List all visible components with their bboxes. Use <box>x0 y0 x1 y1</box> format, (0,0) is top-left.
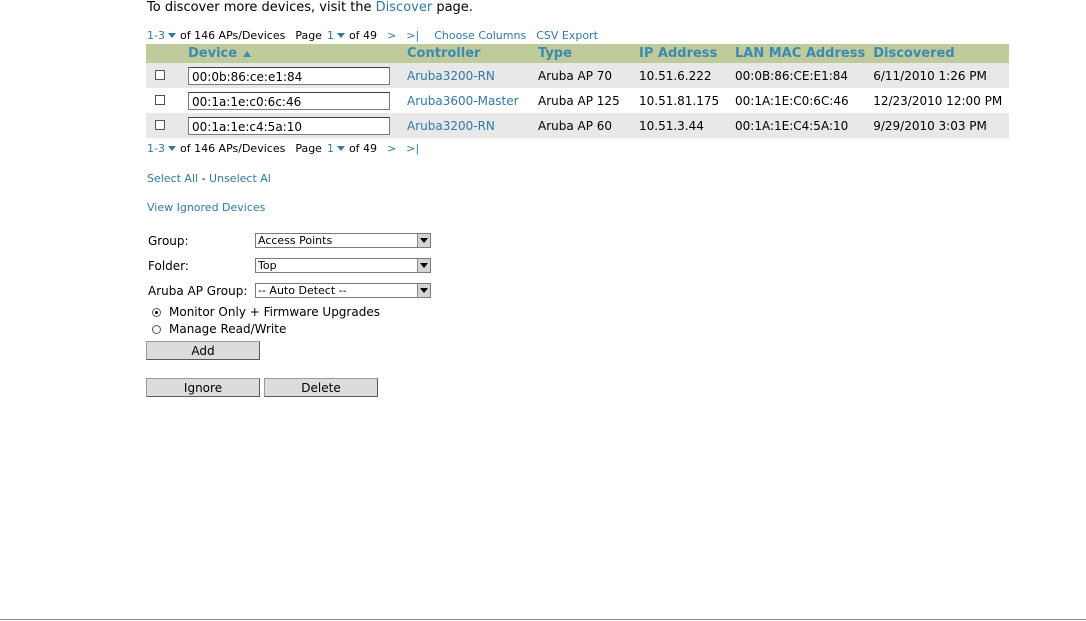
row-checkbox[interactable] <box>155 119 165 130</box>
type-cell: Aruba AP 125 <box>534 88 635 113</box>
manage-read-write-option[interactable]: Manage Read/Write <box>152 322 286 336</box>
mac-cell: 00:1A:1E:C4:5A:10 <box>731 113 870 138</box>
last-page-link[interactable]: >| <box>406 142 419 155</box>
next-page-link[interactable]: > <box>387 29 396 42</box>
controller-link[interactable]: Aruba3200-RN <box>403 113 534 138</box>
discovered-cell: 9/29/2010 3:03 PM <box>869 113 1009 138</box>
view-ignored-devices-link[interactable]: View Ignored Devices <box>147 201 265 214</box>
discovered-cell: 12/23/2010 12:00 PM <box>869 88 1009 113</box>
manage-read-write-label: Manage Read/Write <box>169 322 287 336</box>
page-dropdown-icon[interactable] <box>336 146 345 151</box>
folder-select-value: Top <box>258 259 277 272</box>
delete-button[interactable]: Delete <box>264 378 378 397</box>
ip-cell: 10.51.81.175 <box>635 88 731 113</box>
next-page-link[interactable]: > <box>387 142 396 155</box>
ap-group-label: Aruba AP Group: <box>148 284 248 298</box>
ap-group-select-value: -- Auto Detect -- <box>258 284 347 297</box>
page-count: of 49 <box>348 142 378 155</box>
page-dropdown-icon[interactable] <box>336 33 345 38</box>
controller-link[interactable]: Aruba3600-Master <box>403 88 534 113</box>
discovered-column-header[interactable]: Discovered <box>869 44 1009 63</box>
pager-top: 1-3 of 146 APs/Devices Page 1 of 49 > >|… <box>147 29 598 42</box>
folder-label: Folder: <box>148 259 189 273</box>
ignore-button[interactable]: Ignore <box>146 378 260 397</box>
add-button[interactable]: Add <box>146 341 260 360</box>
page-label: Page <box>295 142 322 155</box>
table-row: 00:1a:1e:c4:5a:10 Aruba3200-RN Aruba AP … <box>146 113 1009 138</box>
row-checkbox[interactable] <box>155 69 165 80</box>
pager-bottom: 1-3 of 146 APs/Devices Page 1 of 49 > >| <box>147 142 419 155</box>
range-select[interactable]: 1-3 <box>147 29 165 42</box>
row-checkbox[interactable] <box>155 94 165 105</box>
device-name-input[interactable]: 00:1a:1e:c4:5a:10 <box>188 116 390 135</box>
controller-column-header[interactable]: Controller <box>403 44 534 63</box>
controller-link[interactable]: Aruba3200-RN <box>403 63 534 88</box>
monitor-only-radio[interactable] <box>152 307 161 317</box>
discover-link[interactable]: Discover <box>376 0 433 15</box>
type-column-header[interactable]: Type <box>534 44 635 63</box>
ip-cell: 10.51.3.44 <box>635 113 731 138</box>
page-label: Page <box>295 29 322 42</box>
range-dropdown-icon[interactable] <box>167 33 176 38</box>
ip-column-header[interactable]: IP Address <box>635 44 731 63</box>
discover-intro: To discover more devices, visit the Disc… <box>147 0 473 15</box>
folder-select[interactable]: Top <box>255 258 431 273</box>
last-page-link[interactable]: >| <box>406 29 419 42</box>
table-row: 00:0b:86:ce:e1:84 Aruba3200-RN Aruba AP … <box>146 63 1009 88</box>
group-select[interactable]: Access Points <box>255 233 431 248</box>
choose-columns-link[interactable]: Choose Columns <box>434 29 526 42</box>
intro-suffix: page. <box>432 0 473 15</box>
selection-links: Select All - Unselect Al <box>147 172 271 185</box>
unselect-all-link[interactable]: Unselect Al <box>209 172 271 185</box>
range-select[interactable]: 1-3 <box>147 142 165 155</box>
chevron-down-icon[interactable] <box>417 234 430 247</box>
page-select[interactable]: 1 <box>327 29 334 42</box>
footer-divider <box>0 619 1086 620</box>
total-count: of 146 APs/Devices <box>179 142 286 155</box>
device-column-header[interactable]: Device <box>184 44 403 63</box>
type-cell: Aruba AP 70 <box>534 63 635 88</box>
page-select[interactable]: 1 <box>327 142 334 155</box>
mac-cell: 00:1A:1E:C0:6C:46 <box>731 88 870 113</box>
range-dropdown-icon[interactable] <box>167 146 176 151</box>
mac-column-header[interactable]: LAN MAC Address <box>731 44 870 63</box>
monitor-only-option[interactable]: Monitor Only + Firmware Upgrades <box>152 305 380 319</box>
group-select-value: Access Points <box>258 234 333 247</box>
intro-prefix: To discover more devices, visit the <box>147 0 376 15</box>
group-label: Group: <box>148 234 189 248</box>
mac-cell: 00:0B:86:CE:E1:84 <box>731 63 870 88</box>
device-name-input[interactable]: 00:1a:1e:c0:6c:46 <box>188 91 390 110</box>
ap-group-select[interactable]: -- Auto Detect -- <box>255 283 431 298</box>
table-header-row: Device Controller Type IP Address LAN MA… <box>146 44 1009 63</box>
devices-table: Device Controller Type IP Address LAN MA… <box>146 44 1009 138</box>
selection-separator: - <box>198 172 210 185</box>
chevron-down-icon[interactable] <box>417 284 430 297</box>
discovered-cell: 6/11/2010 1:26 PM <box>869 63 1009 88</box>
type-cell: Aruba AP 60 <box>534 113 635 138</box>
ip-cell: 10.51.6.222 <box>635 63 731 88</box>
select-column-header <box>146 44 184 63</box>
monitor-only-label: Monitor Only + Firmware Upgrades <box>169 305 380 319</box>
manage-read-write-radio[interactable] <box>152 324 161 334</box>
chevron-down-icon[interactable] <box>417 259 430 272</box>
device-name-input[interactable]: 00:0b:86:ce:e1:84 <box>188 66 390 85</box>
total-count: of 146 APs/Devices <box>179 29 286 42</box>
sort-ascending-icon <box>243 50 252 57</box>
table-row: 00:1a:1e:c0:6c:46 Aruba3600-Master Aruba… <box>146 88 1009 113</box>
page-count: of 49 <box>348 29 378 42</box>
csv-export-link[interactable]: CSV Export <box>536 29 598 42</box>
select-all-link[interactable]: Select All <box>147 172 198 185</box>
